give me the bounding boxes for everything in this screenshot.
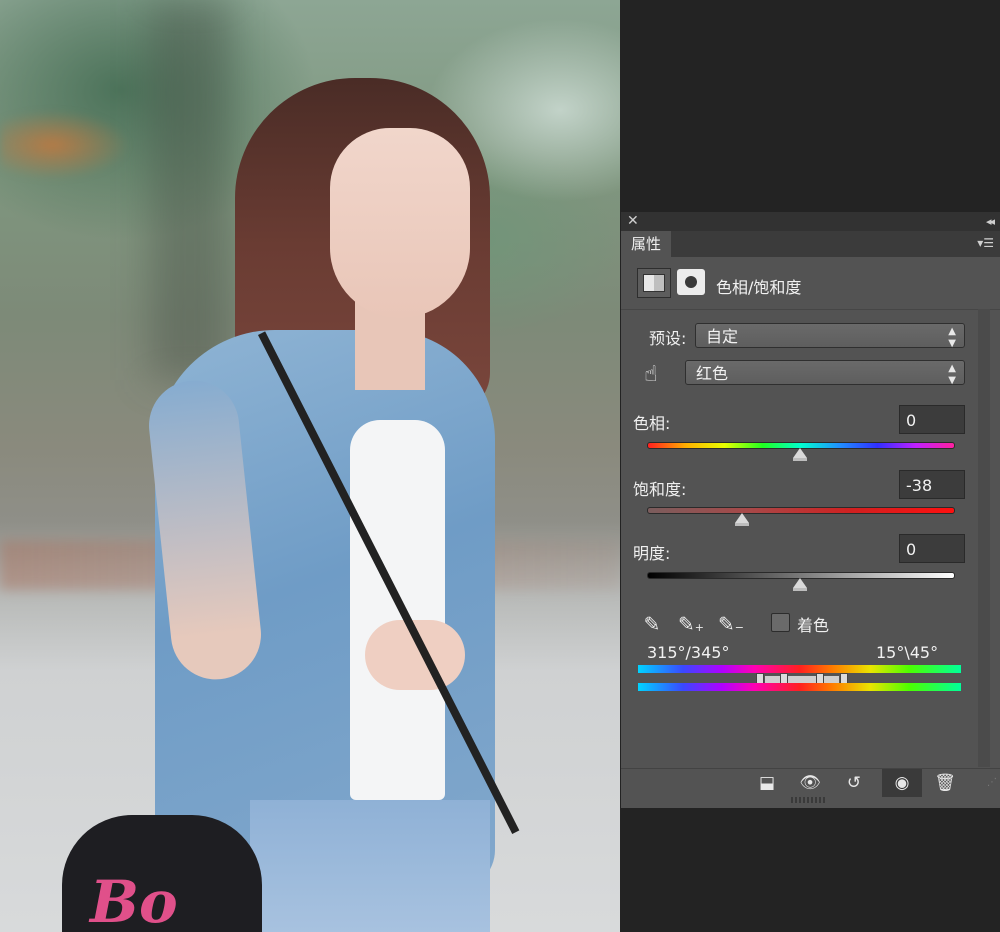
panel-bottom-grip[interactable] <box>791 797 827 803</box>
lightness-label: 明度: <box>633 544 671 563</box>
background-leaves <box>0 110 130 180</box>
channel-select[interactable]: 红色 ▲ ▼ <box>685 360 965 386</box>
output-color-bar <box>638 683 961 691</box>
eyedropper-icon[interactable]: ✎ <box>639 610 665 638</box>
saturation-slider-thumb[interactable] <box>734 513 749 526</box>
colorize-checkbox[interactable] <box>771 613 790 632</box>
select-arrows-icon: ▲ ▼ <box>948 326 956 349</box>
saturation-label: 饱和度: <box>633 480 687 499</box>
panel-footer: ⬓ 👁 ↺ ◉ 🗑 <box>621 768 1000 797</box>
panel-menu-icon[interactable]: ▾☰ <box>977 236 994 250</box>
collapse-icon[interactable]: ◂◂ <box>986 212 995 231</box>
select-arrows-icon: ▲ ▼ <box>948 363 956 386</box>
targeted-adjustment-icon[interactable]: ☝ <box>638 361 664 389</box>
tab-properties[interactable]: 属性 <box>621 231 671 257</box>
close-icon[interactable]: ✕ <box>627 212 639 231</box>
range-right-degrees: 15°\45° <box>876 643 939 662</box>
adjustment-title: 色相/饱和度 <box>716 278 802 297</box>
panel-tabbar: 属性 ▾☰ <box>621 231 1000 257</box>
channel-value: 红色 <box>696 364 729 383</box>
lightness-input[interactable]: 0 <box>899 534 965 563</box>
hue-input[interactable]: 0 <box>899 405 965 434</box>
document-canvas[interactable]: Bo <box>0 0 620 932</box>
hue-slider-thumb[interactable] <box>793 448 807 461</box>
colorize-label: 着色 <box>797 616 830 635</box>
background-tree <box>150 0 230 380</box>
saturation-slider-track[interactable] <box>647 507 955 514</box>
lightness-slider-thumb[interactable] <box>793 578 807 591</box>
clip-to-layer-icon[interactable]: ⬓ <box>753 769 781 797</box>
hue-label: 色相: <box>633 414 671 433</box>
view-previous-icon[interactable]: 👁 <box>796 769 824 797</box>
range-left-degrees: 315°/345° <box>647 643 730 662</box>
eye-icon[interactable]: ◉ <box>882 769 922 797</box>
photo-subject-jeans <box>250 800 490 932</box>
reset-icon[interactable]: ↺ <box>840 769 868 797</box>
hue-saturation-icon[interactable] <box>637 268 671 298</box>
panel-scrollbar[interactable] <box>978 309 990 767</box>
preset-label: 预设: <box>649 329 687 348</box>
properties-panel: ✕ ◂◂ 属性 ▾☰ 色相/饱和度 预设: 自定 ▲ ▼ ☝ 红色 ▲ ▼ 色相: … <box>621 212 1000 808</box>
photo-subject-face <box>330 128 470 318</box>
trash-icon[interactable]: 🗑 <box>931 769 959 797</box>
preset-value: 自定 <box>706 327 739 346</box>
saturation-input[interactable]: -38 <box>899 470 965 499</box>
photo-bag-logo: Bo <box>90 868 178 932</box>
eyedropper-plus-icon[interactable]: ✎+ <box>678 610 704 638</box>
resize-grip-icon[interactable]: ⋰ <box>987 777 997 788</box>
panel-titlebar[interactable]: ✕ ◂◂ <box>621 212 1000 231</box>
preset-select[interactable]: 自定 ▲ ▼ <box>695 323 965 349</box>
eyedropper-minus-icon[interactable]: ✎− <box>718 610 744 638</box>
mask-icon[interactable] <box>677 269 705 295</box>
